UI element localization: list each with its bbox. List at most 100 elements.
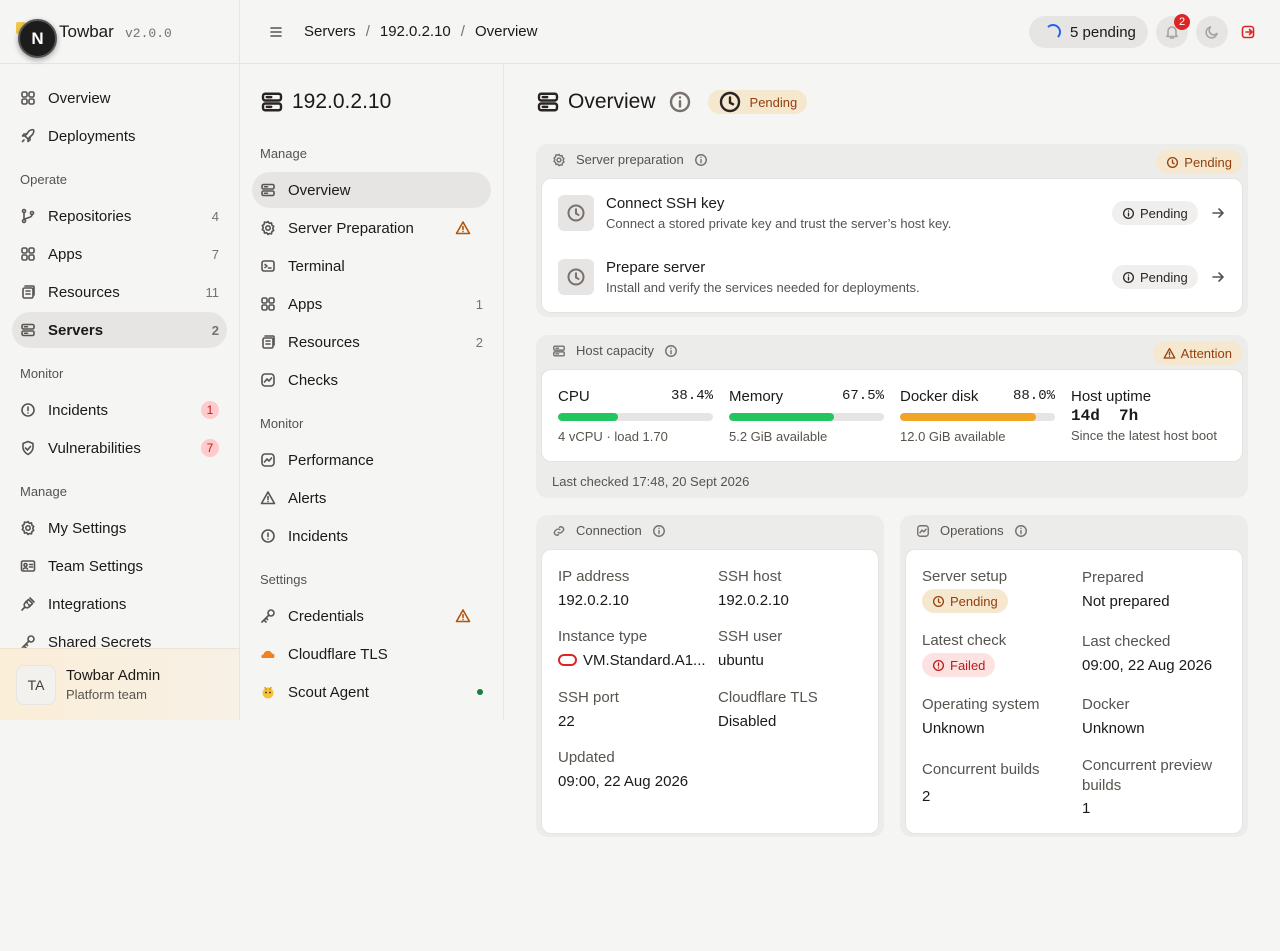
status-badge: Failed xyxy=(922,653,996,677)
capacity-metrics: CPU 38.4% 4 vCPU · load 1.70 Memory 67.5… xyxy=(541,369,1243,462)
sidebar-item-servers[interactable]: Servers 2 xyxy=(12,312,227,348)
notifications-button[interactable]: 2 xyxy=(1156,14,1190,48)
subnav-item-label: Apps xyxy=(288,295,323,313)
info-icon xyxy=(1122,207,1135,220)
count-badge: 7 xyxy=(201,439,219,457)
pending-label: 5 pending xyxy=(1070,23,1136,41)
step-description: Connect a stored private key and trust t… xyxy=(606,216,952,231)
brand-name[interactable]: Towbar xyxy=(59,22,114,42)
sidebar-item-label: Servers xyxy=(48,321,104,339)
field-label: Instance type xyxy=(558,628,648,645)
pending-tasks-button[interactable]: 5 pending xyxy=(1029,16,1148,48)
sidebar-item-team-settings[interactable]: Team Settings xyxy=(12,548,227,584)
field-value-wrap: VM.Standard.A1... xyxy=(558,652,706,669)
user-profile[interactable]: TA Towbar Admin Platform team xyxy=(0,648,239,720)
sign-out-icon[interactable] xyxy=(1240,24,1256,40)
status-badge: Pending xyxy=(707,90,808,114)
sidebar-item-resources[interactable]: Resources 11 xyxy=(12,274,227,310)
subnav-item-alerts[interactable]: Alerts xyxy=(252,480,491,516)
subnav-item-server-preparation[interactable]: Server Preparation xyxy=(252,210,491,246)
info-icon[interactable] xyxy=(694,153,708,167)
subnav-item-apps[interactable]: Apps 1 xyxy=(252,286,491,322)
grid-icon xyxy=(20,90,36,106)
clock-icon xyxy=(566,203,586,223)
metric-memory: Memory 67.5% 5.2 GiB available xyxy=(729,388,884,444)
card-header: Server preparation xyxy=(552,152,718,167)
field-label: Concurrent preview builds xyxy=(1082,757,1213,794)
step-prepare-server[interactable]: Prepare server Install and verify the se… xyxy=(558,259,1228,309)
card-title: Host capacity xyxy=(576,343,655,358)
count-badge: 1 xyxy=(475,296,483,312)
subnav-item-incidents[interactable]: Incidents xyxy=(252,518,491,554)
steps-list: Connect SSH key Connect a stored private… xyxy=(541,178,1243,313)
field-value: 192.0.2.10 xyxy=(558,592,629,609)
breadcrumb: Servers / 192.0.2.10 / Overview xyxy=(304,23,537,40)
subnav-item-credentials[interactable]: Credentials xyxy=(252,598,491,634)
card-status: Pending xyxy=(1156,150,1242,174)
card-title: Connection xyxy=(576,523,642,538)
sidebar-item-deployments[interactable]: Deployments xyxy=(12,118,227,154)
subnav-item-label: Server Preparation xyxy=(288,219,414,237)
subnav-item-terminal[interactable]: Terminal xyxy=(252,248,491,284)
card-status: Attention xyxy=(1152,341,1242,365)
step-icon xyxy=(558,195,594,231)
subnav-item-overview[interactable]: Overview xyxy=(252,172,491,208)
sidebar-item-repositories[interactable]: Repositories 4 xyxy=(12,198,227,234)
sidebar-item-apps[interactable]: Apps 7 xyxy=(12,236,227,272)
sidebar-section-monitor: Monitor xyxy=(20,366,64,381)
sidebar-item-overview[interactable]: Overview xyxy=(12,80,227,116)
arrow-right-icon[interactable] xyxy=(1210,269,1226,285)
metric-detail: Since the latest host boot xyxy=(1071,428,1217,443)
progress-fill xyxy=(729,413,834,421)
count-badge: 4 xyxy=(211,208,219,224)
count-badge: 2 xyxy=(211,322,219,338)
sidebar-item-integrations[interactable]: Integrations xyxy=(12,586,227,622)
step-connect-ssh-key[interactable]: Connect SSH key Connect a stored private… xyxy=(558,195,1228,245)
sidebar-item-label: Resources xyxy=(48,283,120,301)
arrow-right-icon[interactable] xyxy=(1210,205,1226,221)
info-icon[interactable] xyxy=(652,524,666,538)
subnav-item-performance[interactable]: Performance xyxy=(252,442,491,478)
field-ssh-port: SSH port 22 xyxy=(558,689,619,730)
page-title: Overview xyxy=(568,90,656,113)
status-badge-label: Pending xyxy=(749,94,798,110)
notification-badge: 2 xyxy=(1174,14,1190,30)
sidebar-item-label: My Settings xyxy=(48,519,127,537)
sidebar-item-vulnerabilities[interactable]: Vulnerabilities 7 xyxy=(12,430,227,466)
info-icon[interactable] xyxy=(1014,524,1028,538)
id-card-icon xyxy=(20,558,36,574)
avatar[interactable]: N xyxy=(18,19,57,58)
brand: N Towbar v2.0.0 xyxy=(0,0,239,64)
breadcrumb-servers[interactable]: Servers xyxy=(304,23,356,40)
breadcrumb-server[interactable]: 192.0.2.10 xyxy=(380,23,451,40)
sidebar-item-shared-secrets[interactable]: Shared Secrets xyxy=(12,624,227,648)
status-badge-label: Attention xyxy=(1180,345,1232,361)
field-ip-address: IP address 192.0.2.10 xyxy=(558,568,629,609)
subnav-item-resources[interactable]: Resources 2 xyxy=(252,324,491,360)
sidebar-item-my-settings[interactable]: My Settings xyxy=(12,510,227,546)
sidebar-item-incidents[interactable]: Incidents 1 xyxy=(12,392,227,428)
step-title: Prepare server xyxy=(606,259,706,276)
key-icon xyxy=(20,634,36,648)
subnav-item-scout-agent[interactable]: Scout Agent xyxy=(252,674,491,710)
info-icon[interactable] xyxy=(668,90,692,114)
theme-toggle-button[interactable] xyxy=(1196,16,1228,48)
alert-triangle-icon xyxy=(1163,347,1176,360)
warning-icon xyxy=(455,608,471,624)
field-value: Not prepared xyxy=(1082,593,1170,610)
info-icon[interactable] xyxy=(664,344,678,358)
subnav-item-cloudflare-tls[interactable]: Cloudflare TLS xyxy=(252,636,491,672)
gear-icon xyxy=(552,153,566,167)
menu-icon[interactable] xyxy=(268,24,284,40)
subnav-item-checks[interactable]: Checks xyxy=(252,362,491,398)
server-icon xyxy=(260,182,276,198)
field-value: 09:00, 22 Aug 2026 xyxy=(1082,657,1213,674)
page-header: Overview Pending xyxy=(536,90,808,114)
clock-icon xyxy=(1166,156,1179,169)
sidebar-item-label: Team Settings xyxy=(48,557,144,575)
operations-card: Operations Server setup Pending Prepared… xyxy=(900,515,1248,837)
metric-host-uptime: Host uptime 14d 7h Since the latest host… xyxy=(1071,388,1236,443)
host-capacity-card: Host capacity Attention CPU 38.4% 4 vCPU… xyxy=(536,335,1248,498)
activity-icon xyxy=(916,524,930,538)
last-checked-text: Last checked 17:48, 20 Sept 2026 xyxy=(552,474,750,489)
